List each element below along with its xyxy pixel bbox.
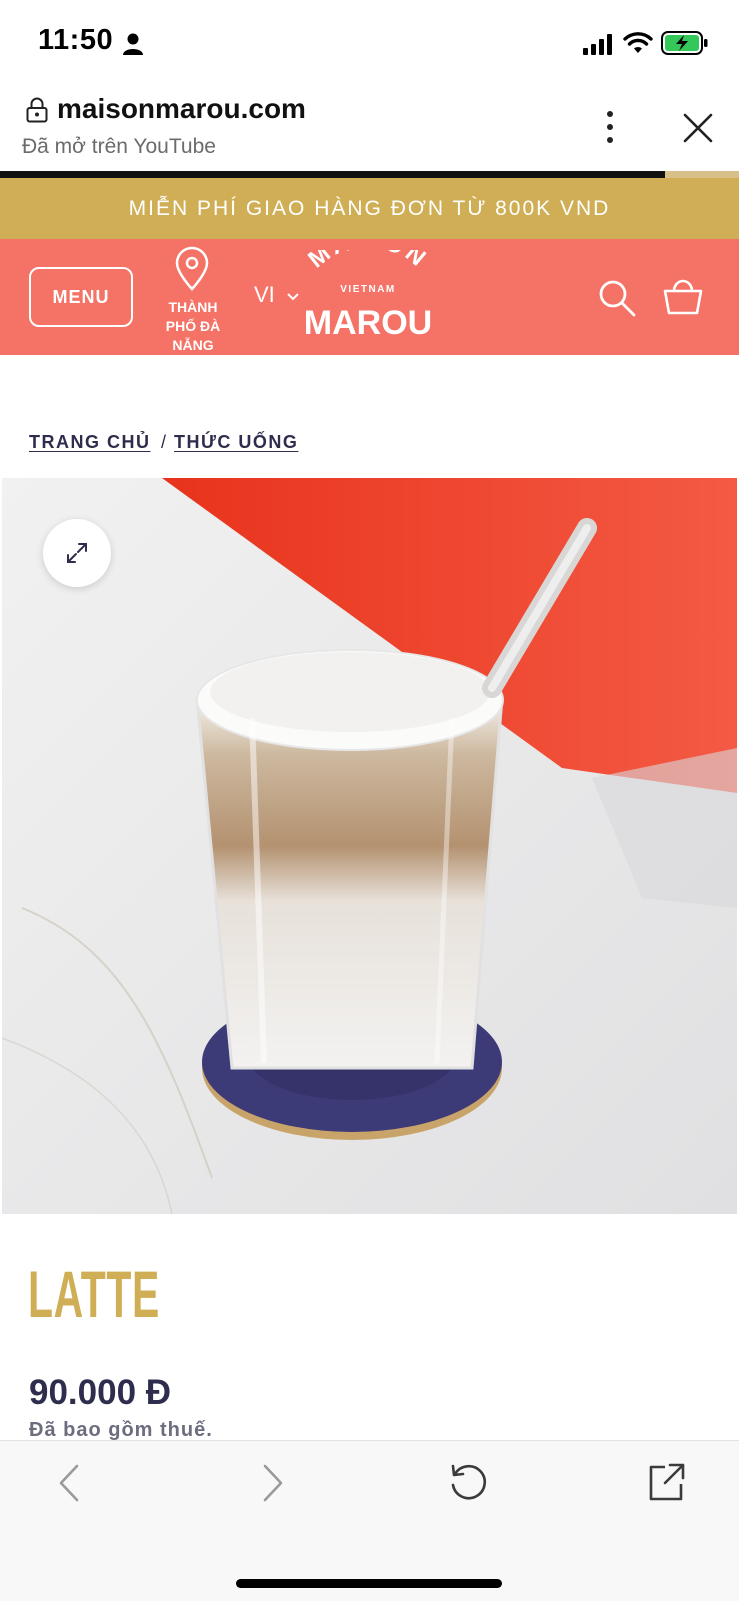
browser-toolbar [0, 1440, 739, 1601]
wifi-icon [623, 32, 653, 53]
logo-top-text: MAISON [303, 250, 430, 274]
page-load-progress [0, 171, 665, 178]
expand-image-button[interactable] [43, 519, 111, 587]
logo-bottom-text: MAROU [304, 304, 432, 342]
breadcrumb-current[interactable]: THỨC UỐNG [174, 432, 298, 453]
person-icon [123, 33, 143, 55]
breadcrumb-home[interactable]: TRANG CHỦ [29, 432, 151, 453]
location-pin-icon[interactable] [172, 246, 212, 292]
location-label[interactable]: THÀNH PHỐ ĐÀ NẴNG [160, 298, 226, 355]
back-arrow-icon[interactable] [50, 1462, 92, 1504]
opened-in-label: Đã mở trên YouTube [22, 135, 216, 158]
menu-button[interactable]: MENU [29, 267, 133, 327]
reload-icon[interactable] [447, 1461, 489, 1503]
expand-icon [67, 543, 87, 563]
product-image[interactable] [2, 478, 737, 1214]
close-icon[interactable] [683, 113, 713, 143]
search-icon[interactable] [597, 278, 637, 318]
chevron-down-icon[interactable] [286, 292, 300, 302]
tax-note: Đã bao gồm thuế. [29, 1419, 213, 1441]
logo-middle-text: VIETNAM [340, 284, 396, 295]
product-price: 90.000 Đ [29, 1373, 172, 1412]
status-time: 11:50 [38, 24, 114, 56]
product-title: LATTE [28, 1257, 160, 1331]
home-indicator [236, 1579, 502, 1588]
promo-banner: MIỄN PHÍ GIAO HÀNG ĐƠN TỪ 800K VND [0, 178, 739, 239]
more-vertical-icon[interactable] [603, 110, 617, 144]
battery-charging-icon [661, 31, 708, 55]
share-external-icon[interactable] [645, 1461, 687, 1503]
shopping-bag-icon[interactable] [662, 276, 704, 316]
page-load-remaining [665, 171, 739, 178]
page-url[interactable]: maisonmarou.com [57, 93, 306, 125]
lock-icon [26, 97, 48, 123]
svg-text:MAISON: MAISON [303, 250, 433, 274]
signal-icon [583, 34, 612, 55]
maison-marou-logo[interactable]: MAISON VIETNAM MAROU [300, 250, 436, 344]
breadcrumb-separator: / [161, 432, 167, 452]
forward-arrow-icon[interactable] [250, 1462, 292, 1504]
language-selector[interactable]: VI [254, 282, 275, 308]
